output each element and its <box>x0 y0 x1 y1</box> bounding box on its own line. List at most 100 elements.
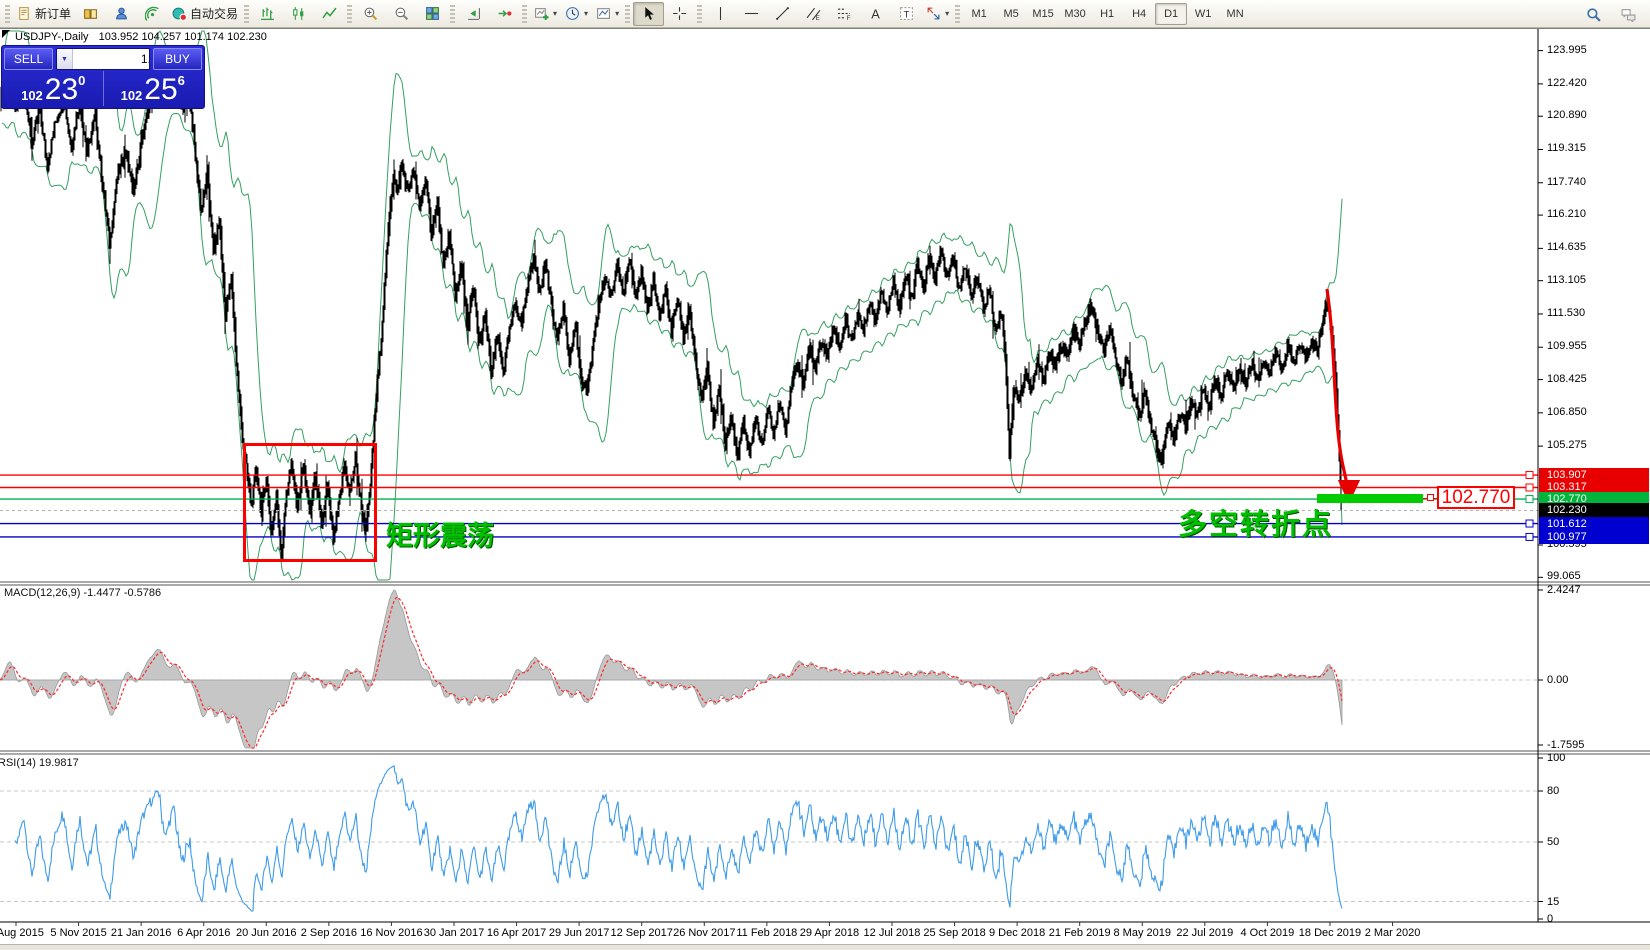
date-axis-label: 18 Dec 2019 <box>1299 927 1361 939</box>
toolbar-text-button[interactable]: A <box>860 2 891 26</box>
ohlc-values: 103.952 104.257 101.174 102.230 <box>99 31 267 43</box>
sell-price-figure: 102 <box>21 86 43 105</box>
toolbar-periods-button[interactable]: ▾ <box>561 2 592 26</box>
symbol-title: USDJPY-,Daily <box>15 31 89 43</box>
toolbar-profiles-button[interactable] <box>106 2 137 26</box>
auto-scroll-icon <box>497 6 512 21</box>
svg-text:E: E <box>816 15 820 21</box>
buy-button[interactable]: BUY <box>153 48 202 70</box>
date-axis-label: 6 Apr 2016 <box>177 927 230 939</box>
timeframe-h1-button[interactable]: H1 <box>1091 3 1123 25</box>
mt4-terminal: 新订单 自动交易 ▾ ▾ ▾ E F A T ▾ M1M5M15M30H1H4D1W1MN USDJ… <box>0 0 1650 950</box>
toolbar-grip[interactable] <box>244 5 249 23</box>
toolbar-candlestick-chart-button[interactable] <box>283 2 314 26</box>
timeframe-m30-button[interactable]: M30 <box>1059 3 1091 25</box>
date-axis-label: 3 Aug 2015 <box>0 927 44 939</box>
macd-values: -1.4477 -0.5786 <box>83 587 161 599</box>
date-axis-label: 11 Feb 2018 <box>736 927 797 939</box>
rectangle-annotation[interactable] <box>243 443 377 562</box>
price-axis-tick: 113.105 <box>1547 274 1586 286</box>
toolbar-text-label-button[interactable]: T <box>891 2 922 26</box>
date-axis-label: 8 May 2019 <box>1114 927 1171 939</box>
chart-shift-icon <box>466 6 481 21</box>
price-level-marker <box>1526 484 1533 491</box>
fibonacci-icon: F <box>837 6 852 21</box>
toolbar-symbol-search-button[interactable] <box>1578 2 1609 26</box>
buy-price[interactable]: 102 25 6 <box>103 71 203 106</box>
timeframe-m15-button[interactable]: M15 <box>1027 3 1059 25</box>
toolbar-add-indicator-button[interactable]: ▾ <box>530 2 561 26</box>
toolbar-signals-button[interactable] <box>137 2 168 26</box>
timeframe-d1-button[interactable]: D1 <box>1155 3 1187 25</box>
toolbar-bar-chart-button[interactable] <box>252 2 283 26</box>
toolbar-grip[interactable] <box>450 5 455 23</box>
community-chat-icon <box>1621 7 1636 22</box>
toolbar-grip[interactable] <box>5 5 10 23</box>
profiles-icon <box>114 6 129 21</box>
zoom-in-icon <box>363 6 378 21</box>
macd-label: MACD(12,26,9) <box>4 587 80 599</box>
toolbar-line-chart-button[interactable] <box>314 2 345 26</box>
sell-price-pips: 23 <box>45 75 78 105</box>
price-tag-101.612: 101.612 <box>1539 517 1649 531</box>
price-callout[interactable]: 102.770 <box>1437 486 1515 509</box>
timeframe-w1-button[interactable]: W1 <box>1187 3 1219 25</box>
crosshair-icon <box>672 6 687 21</box>
volume-input[interactable] <box>73 49 150 69</box>
sell-button[interactable]: SELL <box>4 48 53 70</box>
toolbar-arrow-tools-button[interactable]: ▾ <box>922 2 953 26</box>
toolbar-tile-windows-button[interactable] <box>417 2 448 26</box>
vertical-line-icon <box>713 6 728 21</box>
volume-decrease-button[interactable]: ▼ <box>57 49 73 69</box>
toolbar-auto-scroll-button[interactable] <box>489 2 520 26</box>
signals-icon <box>145 6 160 21</box>
toolbar-grip[interactable] <box>697 5 702 23</box>
toolbar-grip[interactable] <box>522 5 527 23</box>
toolbar-grip[interactable] <box>955 5 960 23</box>
timeframe-mn-button[interactable]: MN <box>1219 3 1251 25</box>
pivot-annotation-label[interactable]: 多空转折点 <box>1178 501 1333 543</box>
chevron-down-icon: ▾ <box>584 9 588 18</box>
toolbar-chart-shift-button[interactable] <box>458 2 489 26</box>
price-axis-tick: 109.955 <box>1547 340 1587 352</box>
buy-price-pips: 25 <box>144 75 177 105</box>
price-axis-tick: 99.065 <box>1547 570 1581 582</box>
price-level-marker <box>1526 533 1533 540</box>
date-axis-label: 12 Sep 2017 <box>610 927 672 939</box>
toolbar-market-watch-button[interactable] <box>75 2 106 26</box>
toolbar-horizontal-line-button[interactable] <box>736 2 767 26</box>
svg-text:T: T <box>904 9 910 20</box>
rectangle-annotation-label[interactable]: 矩形震荡 <box>386 514 494 553</box>
sell-price[interactable]: 102 23 0 <box>4 71 103 106</box>
chevron-down-icon: ▾ <box>945 9 949 18</box>
toolbar-community-chat-button[interactable] <box>1613 2 1644 26</box>
price-axis-tick: 108.425 <box>1547 373 1587 385</box>
templates-icon <box>596 6 611 21</box>
toolbar-fibonacci-button[interactable]: F <box>829 2 860 26</box>
timeframe-h4-button[interactable]: H4 <box>1123 3 1155 25</box>
market-watch-icon <box>83 6 98 21</box>
svg-text:A: A <box>871 6 880 21</box>
timeframe-m1-button[interactable]: M1 <box>963 3 995 25</box>
toolbar-vertical-line-button[interactable] <box>705 2 736 26</box>
toolbar-zoom-out-button[interactable] <box>386 2 417 26</box>
toolbar-zoom-in-button[interactable] <box>355 2 386 26</box>
toolbar-equidistant-channel-button[interactable]: E <box>798 2 829 26</box>
date-axis-label: 26 Nov 2017 <box>673 927 735 939</box>
toolbar-new-order-button[interactable]: 新订单 <box>13 2 75 26</box>
rsi-header: RSI(14) 19.9817 <box>0 757 79 769</box>
price-level-marker <box>1526 472 1533 479</box>
toolbar-grip[interactable] <box>625 5 630 23</box>
toolbar-trend-line-button[interactable] <box>767 2 798 26</box>
toolbar-cursor-button[interactable] <box>633 2 664 26</box>
toolbar-grip[interactable] <box>347 5 352 23</box>
symbol-header: USDJPY-,Daily 103.952 104.257 101.174 10… <box>15 31 267 43</box>
timeframe-m5-button[interactable]: M5 <box>995 3 1027 25</box>
periods-icon <box>565 6 580 21</box>
toolbar-crosshair-button[interactable] <box>664 2 695 26</box>
toolbar-templates-button[interactable]: ▾ <box>592 2 623 26</box>
toolbar-auto-trading-button[interactable]: 自动交易 <box>168 2 242 26</box>
date-axis-label: 2 Mar 2020 <box>1365 927 1421 939</box>
line-chart-icon <box>322 6 337 21</box>
new-order-icon <box>17 6 32 21</box>
